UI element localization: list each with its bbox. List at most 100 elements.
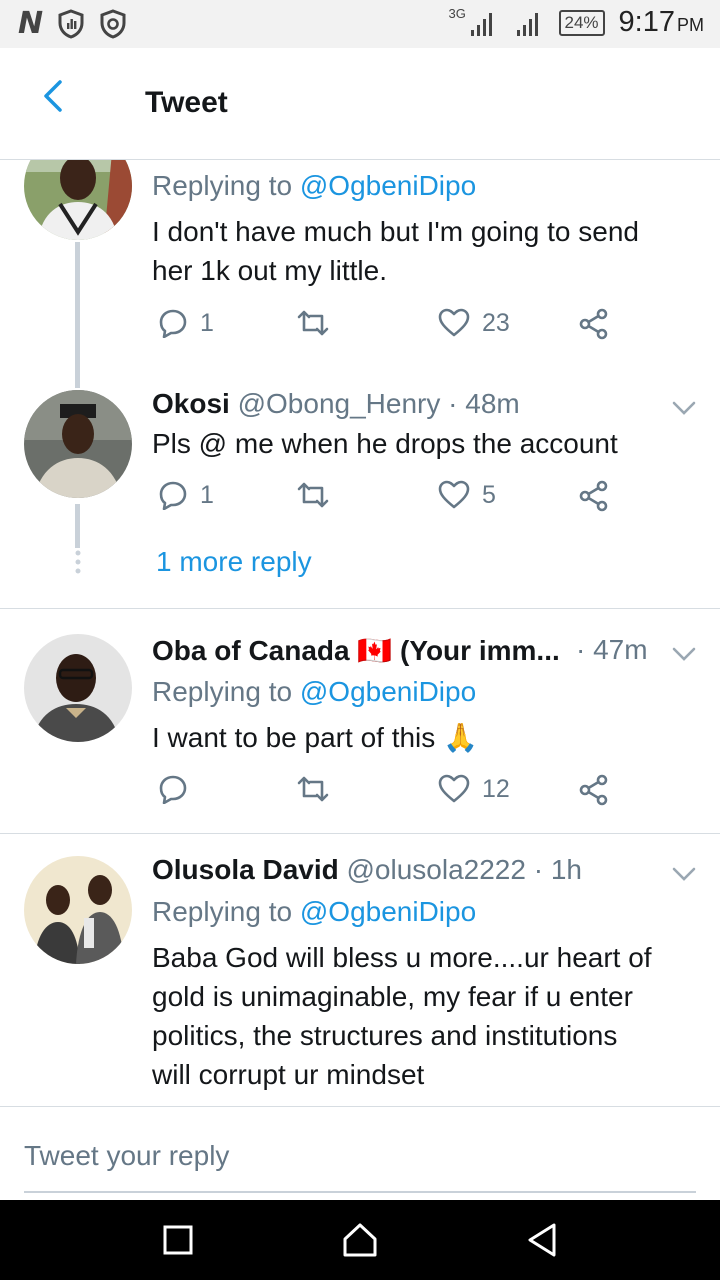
tweet-text-line: Baba God will bless u more....ur heart o… [152,942,652,973]
tweet-header: Olusola David @olusola2222 · 1h [152,854,582,886]
avatar[interactable] [24,634,132,742]
heart-icon [438,308,470,337]
reply-count: 1 [200,480,214,509]
clock: 9:17 PM [619,6,704,39]
reply-count: 1 [200,308,214,337]
like-count: 23 [482,308,510,337]
thread-line [75,242,80,388]
reply-button[interactable]: 1 [158,308,214,338]
timestamp-wrap: · 47m [576,634,648,666]
chevron-down-icon[interactable] [670,864,698,884]
reply-composer [0,1106,720,1200]
timestamp: · 47m [576,634,648,665]
tweet-text-line: I don't have much but I'm going to send [152,216,639,247]
shield-chart-icon [58,9,84,39]
user-handle[interactable]: @olusola2222 [347,854,526,885]
display-name[interactable]: Oba of Canada [152,635,350,666]
more-dots-icon [75,550,81,574]
display-name[interactable]: Okosi [152,388,230,419]
folded-hands-icon: 🙏 [443,722,478,753]
thread-line [75,504,80,548]
reply-input[interactable] [24,1137,696,1193]
system-nav-bar [0,1200,720,1280]
timestamp: · 48m [440,388,520,419]
display-name-suffix[interactable]: (Your imm... [400,635,560,666]
share-icon [579,480,608,512]
retweet-button[interactable] [296,774,330,804]
tweet-text-line: will corrupt ur mindset [152,1059,425,1090]
clock-ampm: PM [677,15,704,35]
clock-time: 9:17 [618,6,675,38]
mention-link[interactable]: @OgbeniDipo [300,676,476,707]
reply-button[interactable]: 1 [158,480,214,510]
share-button[interactable] [578,308,610,340]
like-button[interactable]: 12 [438,774,510,804]
retweet-button[interactable] [296,308,330,338]
top-app-bar: Tweet [0,48,720,160]
replying-to-label: Replying to [152,896,300,927]
heart-icon [438,774,470,803]
display-name[interactable]: Olusola David [152,854,339,885]
tweet-header: Oba of Canada 🇨🇦 (Your imm... [152,634,560,667]
page-title: Tweet [145,86,228,119]
reply-feed: Replying to @OgbeniDipo I don't have muc… [0,160,720,1106]
app-n-icon: N [18,6,44,41]
more-replies-link[interactable]: 1 more reply [156,546,312,578]
like-count: 12 [482,774,510,803]
mention-link[interactable]: @OgbeniDipo [300,896,476,927]
tweet-actions: 1 5 [152,480,632,520]
retweet-icon [297,482,329,508]
tweet-actions: 12 [152,774,632,814]
status-bar: N 3G 24% 9:17 PM [0,0,720,48]
tweet-text-line: gold is unimaginable, my fear if u enter [152,981,633,1012]
replying-to-label: Replying to [152,676,300,707]
reply-icon [159,481,187,510]
reply-button[interactable] [158,774,188,804]
retweet-button[interactable] [296,480,330,510]
signal-3g-icon: 3G [449,6,497,38]
avatar[interactable] [24,856,132,964]
share-button[interactable] [578,774,610,806]
avatar[interactable] [24,160,132,240]
canada-flag-icon: 🇨🇦 [357,635,393,666]
replying-to: Replying to @OgbeniDipo [152,170,476,202]
mention-link[interactable]: @OgbeniDipo [300,170,476,201]
signal-icon [516,12,538,36]
reply-icon [159,775,187,804]
reply-icon [159,309,187,338]
chevron-down-icon[interactable] [670,644,698,664]
tweet-text: I want to be part of this 🙏 [152,718,478,757]
tweet-header: Okosi @Obong_Henry · 48m [152,388,520,420]
replying-to: Replying to @OgbeniDipo [152,896,476,928]
back-arrow-icon[interactable] [32,76,76,120]
tweet-actions: 1 23 [152,308,632,348]
divider [0,833,720,834]
tweet-text-body: I want to be part of this [152,722,436,753]
home-icon[interactable] [340,1220,380,1260]
share-button[interactable] [578,480,610,512]
back-nav-icon[interactable] [522,1220,562,1260]
battery-indicator: 24% [558,9,605,36]
shield-icon [100,9,126,39]
like-button[interactable]: 5 [438,480,496,510]
like-button[interactable]: 23 [438,308,510,338]
tweet-text-line: her 1k out my little. [152,255,387,286]
tweet-text-line: politics, the structures and institution… [152,1020,618,1051]
avatar[interactable] [24,390,132,498]
share-icon [579,774,608,806]
like-count: 5 [482,480,496,509]
replying-to: Replying to @OgbeniDipo [152,676,476,708]
retweet-icon [297,776,329,802]
heart-icon [438,480,470,509]
user-handle[interactable]: @Obong_Henry [238,388,441,419]
share-icon [579,308,608,340]
replying-to-label: Replying to [152,170,300,201]
recent-apps-icon[interactable] [158,1220,198,1260]
tweet-text: I don't have much but I'm going to send … [152,212,639,290]
chevron-down-icon[interactable] [670,398,698,418]
tweet-text: Pls @ me when he drops the account [152,428,618,459]
retweet-icon [297,310,329,336]
timestamp: · 1h [525,854,582,885]
tweet-text: Baba God will bless u more....ur heart o… [152,938,652,1094]
divider [0,608,720,609]
